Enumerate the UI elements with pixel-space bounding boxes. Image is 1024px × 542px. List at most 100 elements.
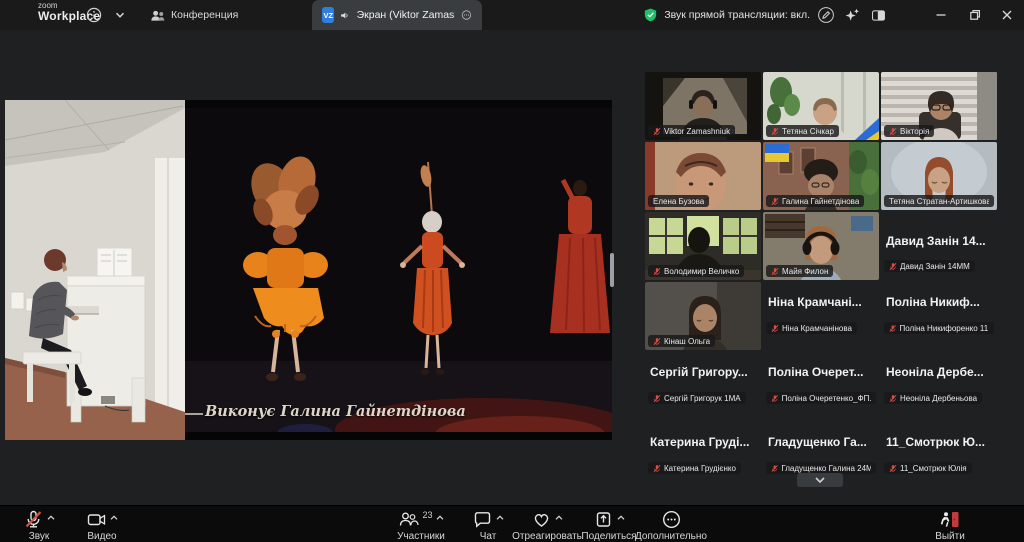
participant-tile[interactable]: Елена Бузова	[645, 142, 761, 210]
mic-muted-icon	[771, 197, 779, 206]
participant-display-name: Сергій Григору...	[650, 365, 759, 379]
video-options-chevron[interactable]	[110, 513, 118, 524]
audio-options-chevron[interactable]	[47, 513, 55, 524]
maximize-button[interactable]	[960, 0, 990, 30]
participant-tile-camera-off[interactable]: Давид Занін 14... Давид Занін 14ММ	[881, 212, 997, 280]
participants-button[interactable]: 23 Участники	[386, 509, 456, 542]
stage-video-pane: Виконує Галина Гайнетдінова	[185, 100, 612, 440]
mic-muted-icon	[653, 464, 661, 473]
mic-muted-icon	[653, 337, 661, 346]
participant-name-pill: Давид Занін 14ММ	[884, 260, 975, 272]
layout-icon	[870, 7, 887, 24]
participant-name-pill: Кінаш Ольга	[648, 335, 715, 347]
close-button[interactable]	[992, 0, 1022, 30]
leave-icon	[940, 509, 961, 530]
leave-button[interactable]: Выйти	[922, 509, 978, 542]
participant-tile[interactable]: Тетяна Січкар	[763, 72, 879, 140]
participant-tile-camera-off[interactable]: Катерина Груді... Катерина Грудієнко	[645, 422, 761, 490]
people-icon	[150, 8, 165, 23]
participant-tile-camera-off[interactable]: Поліна Очерет... Поліна Очеретенко_ФП...	[763, 352, 879, 420]
tab-screen-share[interactable]: VZ Экран (Viktor Zamashniuk)	[312, 0, 482, 30]
chat-icon	[472, 509, 493, 530]
participant-name-pill: Неоніла Дербеньова	[884, 392, 982, 404]
share-button-label: Поделиться	[581, 531, 636, 542]
chevron-down-icon	[115, 10, 125, 20]
participant-tile-camera-off[interactable]: Сергій Григору... Сергій Григорук 1МА	[645, 352, 761, 420]
participant-name: Гладущенко Галина 24М...	[781, 464, 871, 473]
layout-view-button[interactable]	[868, 5, 888, 25]
participant-name-pill: Елена Бузова	[648, 195, 709, 207]
chat-options-chevron[interactable]	[496, 513, 504, 524]
chevron-down-icon	[814, 476, 826, 484]
participant-name-pill: Поліна Никифоренко 11...	[884, 322, 994, 334]
participant-name-pill: Тетяна Січкар	[766, 125, 839, 137]
participant-name: Елена Бузова	[653, 197, 704, 206]
react-options-chevron[interactable]	[555, 513, 563, 524]
participant-name: Галина Гайнетдінова	[782, 197, 859, 206]
participant-display-name: Ніна Крамчані...	[768, 295, 877, 309]
info-icon	[85, 6, 103, 24]
minimize-button[interactable]	[926, 0, 956, 30]
gallery-scroll-down-button[interactable]	[797, 473, 843, 487]
participant-tile-camera-off[interactable]: 11_Смотрюк Ю... 11_Смотрюк Юлія	[881, 422, 997, 490]
leave-button-label: Выйти	[935, 531, 965, 542]
participant-tile[interactable]: Володимир Величко	[645, 212, 761, 280]
tab-more-icon[interactable]	[461, 8, 472, 22]
participant-tile-camera-off[interactable]: Поліна Никиф... Поліна Никифоренко 11...	[881, 282, 997, 350]
participant-tile-camera-off[interactable]: Неоніла Дербе... Неоніла Дербеньова	[881, 352, 997, 420]
participant-name: Давид Занін 14ММ	[900, 262, 970, 271]
info-button[interactable]	[84, 5, 104, 25]
participant-name-pill: Поліна Очеретенко_ФП...	[766, 392, 876, 404]
participant-display-name: Поліна Никиф...	[886, 295, 995, 309]
more-button[interactable]: Дополнительно	[630, 509, 712, 542]
participant-name-pill: Майя Филон	[766, 265, 833, 277]
panel-resize-handle[interactable]	[610, 253, 614, 287]
participant-tile-active-speaker[interactable]: Вікторія	[881, 72, 997, 140]
participants-options-chevron[interactable]	[436, 513, 444, 524]
mic-muted-icon	[771, 464, 778, 473]
shared-screen-view: Виконує Галина Гайнетдінова	[5, 100, 612, 440]
piano-scene	[5, 100, 185, 440]
participant-name: Viktor Zamashniuk	[664, 127, 730, 136]
video-button[interactable]: Видео	[74, 509, 130, 542]
mic-muted-icon	[889, 262, 897, 271]
chat-button[interactable]: Чат	[464, 509, 512, 542]
tab-meeting[interactable]: Конференция	[140, 0, 248, 30]
audio-button[interactable]: Звук	[12, 509, 66, 542]
participant-tile-camera-off[interactable]: Ніна Крамчані... Ніна Крамчанінова	[763, 282, 879, 350]
minimize-icon	[935, 9, 947, 21]
mic-muted-icon	[889, 464, 897, 473]
participant-tile[interactable]: Кінаш Ольга	[645, 282, 761, 350]
avatar: VZ	[322, 7, 334, 23]
zoom-window: zoom Workplace Конференция	[0, 0, 1024, 542]
video-caption: Виконує Галина Гайнетдінова	[205, 403, 466, 420]
mic-muted-icon	[771, 127, 779, 136]
more-button-label: Дополнительно	[635, 531, 707, 542]
close-icon	[1001, 9, 1013, 21]
participant-tile[interactable]: Тетяна Стратан-Артишкова	[881, 142, 997, 210]
header-dropdown-button[interactable]	[110, 5, 130, 25]
ai-companion-button[interactable]	[842, 5, 862, 25]
shield-icon	[643, 7, 658, 23]
participant-name: 11_Смотрюк Юлія	[900, 464, 967, 473]
participant-name-pill: Вікторія	[884, 125, 934, 137]
annotate-button[interactable]	[816, 5, 836, 25]
participant-display-name: 11_Смотрюк Ю...	[886, 435, 995, 449]
participant-display-name: Неоніла Дербе...	[886, 365, 995, 379]
camera-icon	[86, 509, 107, 530]
participant-name-pill: Ніна Крамчанінова	[766, 322, 857, 334]
participant-tile[interactable]: Viktor Zamashniuk	[645, 72, 761, 140]
pencil-icon	[817, 6, 835, 24]
participant-display-name: Поліна Очерет...	[768, 365, 877, 379]
participant-display-name: Гладущенко Га...	[768, 435, 877, 449]
participant-tile[interactable]: Галина Гайнетдінова	[763, 142, 879, 210]
participant-tile[interactable]: Майя Филон	[763, 212, 879, 280]
participant-name-pill: Сергій Григорук 1МА	[648, 392, 746, 404]
participant-name: Поліна Очеретенко_ФП...	[782, 394, 871, 403]
live-stream-status-text: Звук прямой трансляции: вкл.	[664, 9, 810, 21]
participant-name-pill: Галина Гайнетдінова	[766, 195, 864, 207]
share-options-chevron[interactable]	[617, 513, 625, 524]
share-screen-icon	[593, 509, 614, 530]
react-button[interactable]: Отреагировать	[506, 509, 588, 542]
participants-icon	[398, 509, 419, 530]
